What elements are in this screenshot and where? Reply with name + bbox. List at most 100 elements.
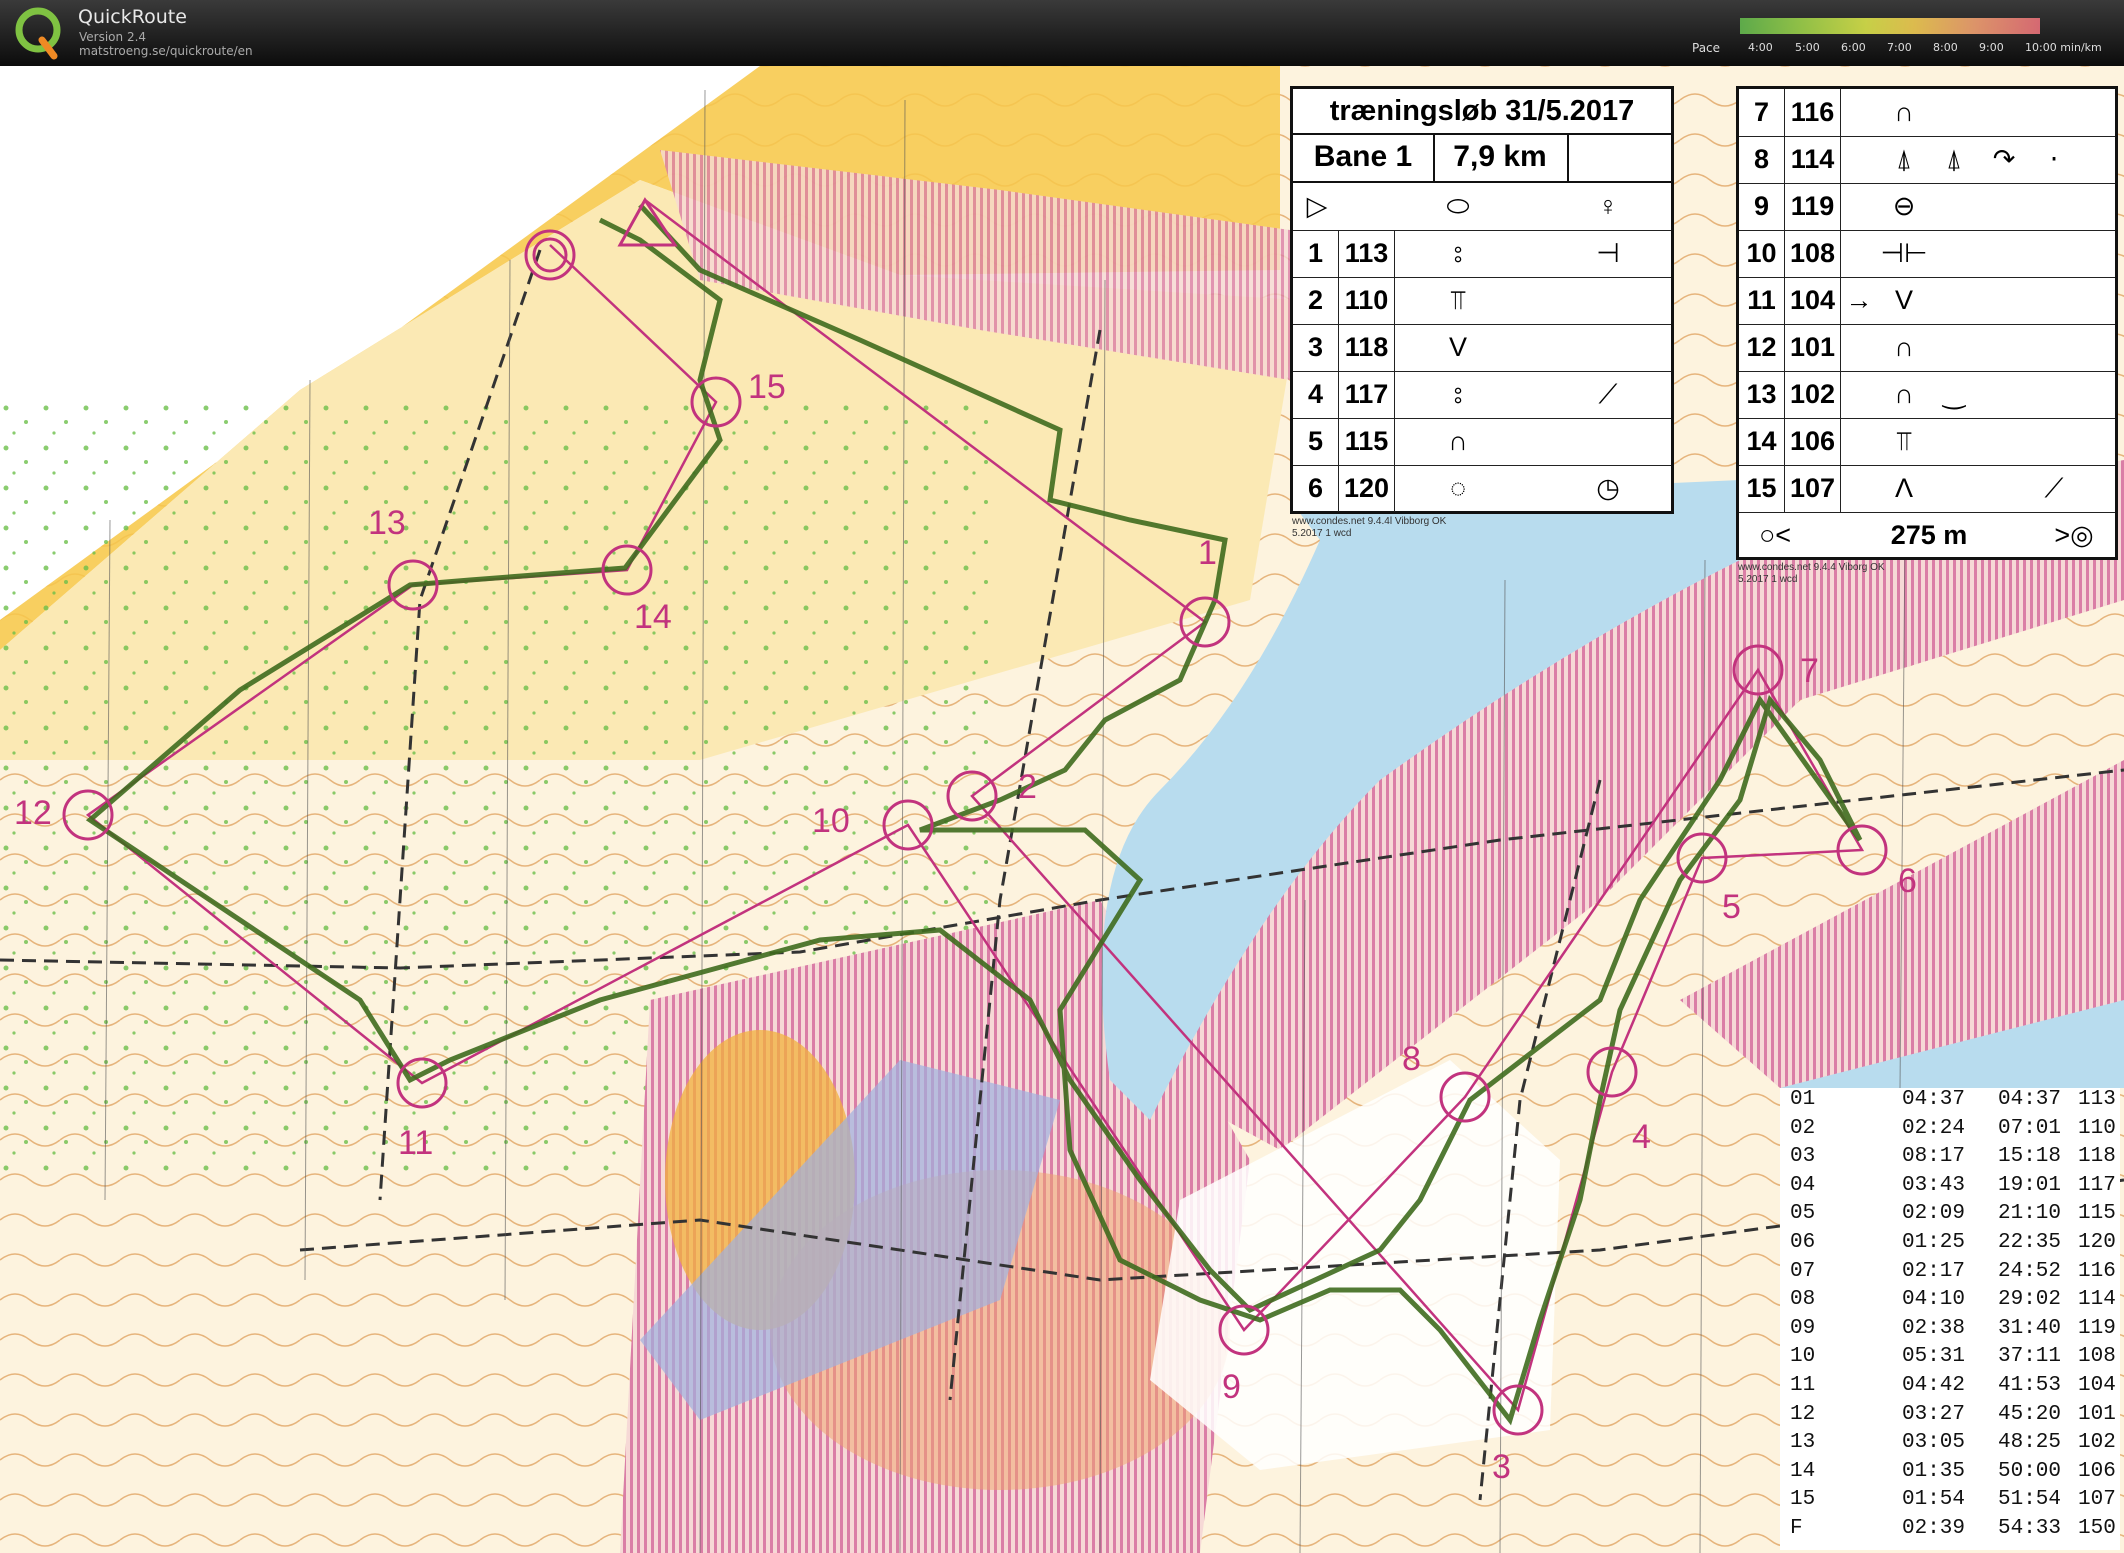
title-bar: QuickRoute Version 2.4 matstroeng.se/qui… bbox=[0, 0, 2124, 66]
split-code: 120 bbox=[2078, 1231, 2116, 1254]
split-split: 02:38 bbox=[1902, 1316, 1966, 1340]
split-row: 05 02:09 21:10 115 bbox=[1780, 1202, 2120, 1234]
pace-color-scale bbox=[1740, 18, 2040, 34]
map-control-label: 15 bbox=[748, 368, 786, 406]
description-row: 4 117 ⦂ ⟋ bbox=[1293, 371, 1671, 419]
split-leg: 05 bbox=[1790, 1202, 1816, 1226]
split-total: 21:10 bbox=[1998, 1202, 2062, 1226]
split-split: 02:24 bbox=[1902, 1116, 1966, 1140]
split-row: 02 02:24 07:01 110 bbox=[1780, 1117, 2120, 1149]
split-row: 03 08:17 15:18 118 bbox=[1780, 1145, 2120, 1177]
map-control-label: 3 bbox=[1492, 1448, 1511, 1486]
split-total: 51:54 bbox=[1998, 1488, 2062, 1512]
foot-icon: ‿ bbox=[1943, 379, 1965, 409]
pace-tick: 5:00 bbox=[1795, 41, 1820, 54]
split-total: 54:33 bbox=[1998, 1517, 2062, 1540]
control-number: 6 bbox=[1293, 465, 1339, 512]
pace-tick: 6:00 bbox=[1841, 41, 1866, 54]
depression-icon: ◌ bbox=[1449, 473, 1467, 503]
split-row: 01 04:37 04:37 113 bbox=[1780, 1088, 2120, 1120]
control-number: 14 bbox=[1739, 418, 1785, 465]
control-number: 1 bbox=[1293, 230, 1339, 277]
split-code: 119 bbox=[2078, 1316, 2116, 1340]
direction-arrow-icon: → bbox=[1845, 285, 1873, 315]
split-row: 06 01:25 22:35 120 bbox=[1780, 1231, 2120, 1263]
split-split: 03:05 bbox=[1902, 1431, 1966, 1455]
reentrant-icon: V bbox=[1448, 332, 1467, 362]
description-row: 2 110 ⫪ bbox=[1293, 277, 1671, 325]
split-code: 113 bbox=[2078, 1088, 2116, 1111]
split-split: 04:42 bbox=[1902, 1374, 1966, 1397]
bend-icon: ↷ bbox=[1992, 144, 2016, 174]
description-row: 15 107 Λ ⟋ bbox=[1739, 465, 2115, 513]
control-code: 116 bbox=[1785, 89, 1841, 136]
split-code: 118 bbox=[2078, 1145, 2116, 1169]
control-number: 2 bbox=[1293, 277, 1339, 324]
app-url[interactable]: matstroeng.se/quickroute/en bbox=[79, 44, 253, 58]
split-code: 114 bbox=[2078, 1288, 2116, 1312]
control-code: 115 bbox=[1339, 418, 1395, 465]
description-row: 8 114 ⍋ ⍋ ↷ ⋅ bbox=[1739, 136, 2115, 184]
description-row: 14 106 ⫪ bbox=[1739, 418, 2115, 466]
split-total: 22:35 bbox=[1998, 1231, 2062, 1254]
split-leg: 09 bbox=[1790, 1316, 1816, 1340]
split-leg: 06 bbox=[1790, 1231, 1816, 1254]
split-split: 03:43 bbox=[1902, 1173, 1966, 1197]
control-code: 120 bbox=[1339, 465, 1395, 512]
split-code: 110 bbox=[2078, 1116, 2116, 1140]
map-control-label: 2 bbox=[1018, 768, 1037, 806]
finish-row: ○< 275 m >◎ bbox=[1739, 512, 2115, 559]
split-split: 02:17 bbox=[1902, 1259, 1966, 1283]
junction-icon: ⫪ bbox=[1450, 285, 1466, 315]
pit-icon: ♀ bbox=[1597, 191, 1619, 221]
split-total: 31:40 bbox=[1998, 1316, 2062, 1340]
pace-tick: 9:00 bbox=[1979, 41, 2004, 54]
split-leg: 12 bbox=[1790, 1402, 1816, 1426]
split-code: 108 bbox=[2078, 1345, 2116, 1369]
split-leg: F bbox=[1790, 1517, 1803, 1540]
control-number: 13 bbox=[1739, 371, 1785, 418]
crossing-icon: ⊣⊢ bbox=[1880, 238, 1928, 268]
control-number: 15 bbox=[1739, 465, 1785, 512]
map-control-label: 13 bbox=[368, 504, 406, 542]
map-control-label: 12 bbox=[14, 794, 52, 832]
split-split: 05:31 bbox=[1902, 1345, 1966, 1369]
split-total: 29:02 bbox=[1998, 1288, 2062, 1312]
split-leg: 02 bbox=[1790, 1116, 1816, 1140]
split-row: 13 03:05 48:25 102 bbox=[1780, 1431, 2120, 1463]
map-control-label: 6 bbox=[1898, 862, 1917, 900]
split-split: 01:54 bbox=[1902, 1488, 1966, 1512]
event-title: træningsløb 31/5.2017 bbox=[1293, 89, 1671, 135]
map-control-label: 14 bbox=[634, 598, 672, 636]
map-credit: www.condes.net 9.4.4 Viborg OK bbox=[1738, 562, 1885, 573]
map-control-label: 9 bbox=[1222, 1368, 1241, 1406]
split-split: 02:09 bbox=[1902, 1202, 1966, 1226]
fence-icon: ⦂ bbox=[1453, 379, 1463, 409]
control-number: 11 bbox=[1739, 277, 1785, 324]
split-split: 01:25 bbox=[1902, 1231, 1966, 1254]
split-total: 37:11 bbox=[1998, 1345, 2062, 1369]
control-code: 110 bbox=[1339, 277, 1395, 324]
map-control-label: 8 bbox=[1402, 1040, 1421, 1078]
description-row: 5 115 ∩ bbox=[1293, 418, 1671, 466]
control-description-sheet-right: 7 116 ∩ 8 114 ⍋ ⍋ ↷ ⋅ 9 119 ⊖ 10 108 ⊣⊢ bbox=[1736, 86, 2118, 560]
control-code: 106 bbox=[1785, 418, 1841, 465]
map-credit: 5.2017 1 wcd bbox=[1292, 528, 1352, 539]
knoll-icon: ∩ bbox=[1894, 332, 1914, 362]
split-code: 106 bbox=[2078, 1459, 2116, 1483]
map-control-label: 11 bbox=[398, 1124, 434, 1162]
control-code: 108 bbox=[1785, 230, 1841, 277]
description-row: 13 102 ∩ ‿ bbox=[1739, 371, 2115, 419]
finish-distance: 275 m bbox=[1890, 520, 1968, 550]
control-number: 7 bbox=[1739, 89, 1785, 136]
split-row: 12 03:27 45:20 101 bbox=[1780, 1403, 2120, 1435]
description-row: 10 108 ⊣⊢ bbox=[1739, 230, 2115, 278]
control-code: 119 bbox=[1785, 183, 1841, 230]
split-code: 101 bbox=[2078, 1402, 2116, 1426]
pace-tick: 8:00 bbox=[1933, 41, 1958, 54]
split-leg: 08 bbox=[1790, 1288, 1816, 1312]
control-code: 118 bbox=[1339, 324, 1395, 371]
map-control-label: 5 bbox=[1722, 888, 1741, 926]
map-control-label: 4 bbox=[1632, 1118, 1651, 1156]
description-row: 9 119 ⊖ bbox=[1739, 183, 2115, 231]
